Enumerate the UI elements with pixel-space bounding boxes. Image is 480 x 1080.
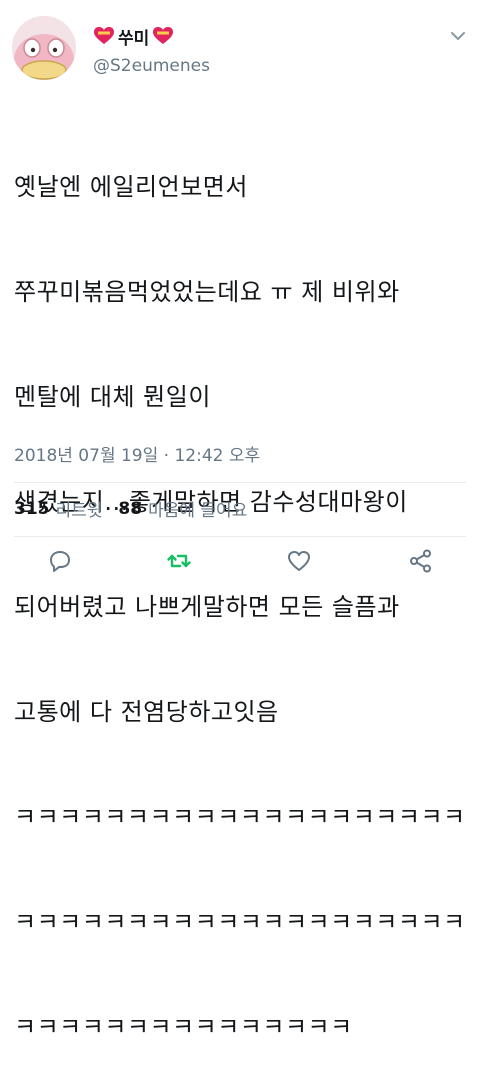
tweet-line: 멘탈에 대체 뭔일이 bbox=[14, 383, 211, 411]
tweet-line: 옛날엔 에일리언보면서 bbox=[14, 173, 248, 201]
tweet-line: 쭈꾸미볶음먹었었는데요 ㅠ 제 비위와 bbox=[14, 278, 400, 306]
like-count[interactable]: 88 bbox=[118, 499, 142, 519]
tweet-actions bbox=[0, 544, 480, 574]
divider bbox=[14, 536, 466, 537]
tweet-line: ㅋㅋㅋㅋㅋㅋㅋㅋㅋㅋㅋㅋㅋㅋㅋㅋㅋㅋㅋㅋ bbox=[14, 908, 466, 936]
tweet-line: 되어버렸고 나쁘게말하면 모든 슬픔과 bbox=[14, 593, 400, 621]
share-button[interactable] bbox=[408, 548, 434, 574]
retweet-icon bbox=[167, 554, 191, 568]
reply-button[interactable] bbox=[47, 548, 73, 574]
tweet-timestamp[interactable]: 2018년 07월 19일 · 12:42 오후 bbox=[14, 441, 260, 466]
display-name-text: 쑤미 bbox=[118, 28, 150, 49]
divider bbox=[14, 482, 466, 483]
avatar-image bbox=[12, 16, 76, 80]
retweet-button[interactable] bbox=[166, 548, 192, 574]
tweet-line: ㅋㅋㅋㅋㅋㅋㅋㅋㅋㅋㅋㅋㅋㅋㅋㅋㅋㅋㅋㅋ bbox=[14, 803, 466, 831]
tweet-header: 쑤미 @S2eumenes bbox=[0, 0, 480, 96]
like-icon bbox=[288, 551, 310, 571]
tweet-text: 옛날엔 에일리언보면서 쭈꾸미볶음먹었었는데요 ㅠ 제 비위와 멘탈에 대체 뭔… bbox=[14, 100, 474, 1080]
display-name[interactable]: 쑤미 bbox=[92, 24, 175, 49]
like-label[interactable]: 마음에 들어요 bbox=[148, 496, 247, 521]
reply-icon bbox=[50, 551, 70, 572]
chevron-down-icon[interactable] bbox=[450, 30, 466, 42]
tweet-line: ㅋㅋㅋㅋㅋㅋㅋㅋㅋㅋㅋㅋㅋㅋㅋ bbox=[14, 1013, 353, 1041]
share-icon bbox=[410, 549, 431, 573]
user-handle[interactable]: @S2eumenes bbox=[93, 56, 210, 76]
heart-badge-icon bbox=[94, 27, 114, 44]
like-button[interactable] bbox=[286, 548, 312, 574]
retweet-count[interactable]: 315 bbox=[14, 499, 50, 519]
heart-badge-icon bbox=[153, 27, 174, 44]
tweet-line: 고통에 다 전염당하고잇음 bbox=[14, 698, 279, 726]
retweet-label[interactable]: 리트윗 bbox=[56, 496, 103, 521]
tweet-stats: 315 리트윗 88 마음에 들어요 bbox=[14, 496, 257, 522]
avatar[interactable] bbox=[12, 16, 76, 80]
